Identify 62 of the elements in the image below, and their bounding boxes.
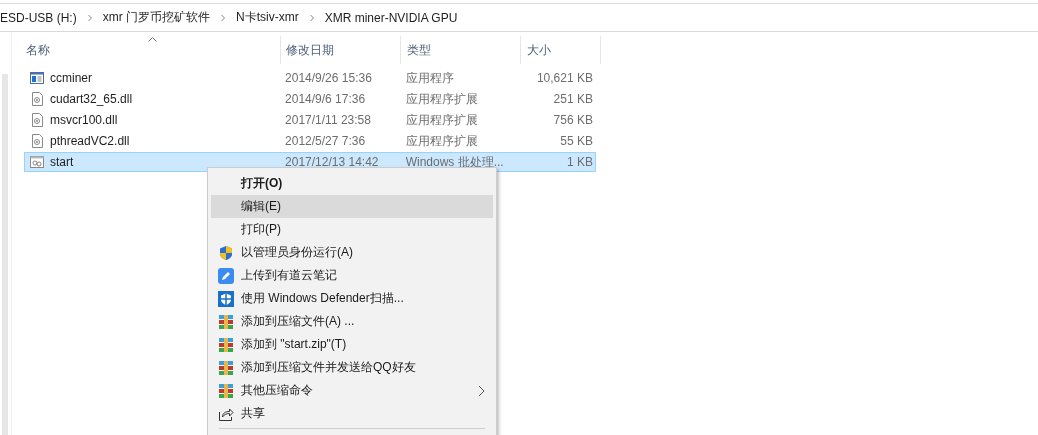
pencil-icon — [218, 267, 234, 284]
column-header[interactable]: 类型 — [401, 36, 521, 64]
modified-date: 2014/9/26 15:36 — [284, 71, 373, 85]
breadcrumb-item[interactable]: N卡tsiv-xmr — [236, 9, 299, 26]
menu-item[interactable]: 使用 Windows Defender扫描... — [211, 287, 493, 310]
menu-item[interactable]: 上传到有道云笔记 — [211, 264, 493, 287]
file-row[interactable]: cudart32_65.dll 2014/9/6 17:36 应用程序扩展 251 KB — [24, 89, 596, 109]
file-row[interactable]: ccminer 2014/9/26 15:36 应用程序 10,621 KB — [24, 68, 596, 88]
file-name: cudart32_65.dll — [50, 92, 133, 106]
file-row[interactable]: pthreadVC2.dll 2012/5/27 7:36 应用程序扩展 55 KB — [24, 131, 596, 151]
menu-item[interactable]: 添加到 "start.zip"(T) — [211, 333, 493, 356]
gear-file-icon — [30, 134, 44, 148]
menu-item[interactable]: 添加到压缩文件(A) ... — [211, 310, 493, 333]
gear-window-icon — [30, 155, 44, 169]
shield-icon — [218, 244, 234, 261]
sort-caret-icon — [148, 37, 157, 42]
menu-item[interactable]: 打印(P) — [211, 218, 493, 241]
file-row[interactable]: msvcr100.dll 2017/1/11 23:58 应用程序扩展 756 KB — [24, 110, 596, 130]
modified-date: 2014/9/6 17:36 — [284, 92, 367, 106]
archive-books-icon — [218, 359, 234, 376]
menu-item[interactable]: 编辑(E) — [211, 195, 493, 218]
file-row[interactable]: start 2017/12/13 14:42 Windows 批处理... 1 KB — [24, 152, 596, 172]
shield-icon — [218, 290, 234, 307]
chevron-icon — [308, 13, 315, 22]
breadcrumb-item[interactable]: XMR miner-NVIDIA GPU — [324, 10, 458, 25]
file-size: 251 KB — [552, 92, 594, 106]
breadcrumb-item[interactable]: xmr 门罗币挖矿软件 — [102, 9, 210, 26]
column-header[interactable]: 修改日期 — [281, 36, 401, 64]
menu-item[interactable]: 其他压缩命令 — [211, 379, 493, 402]
file-name: msvcr100.dll — [50, 113, 118, 127]
archive-books-icon — [218, 382, 234, 399]
modified-date: 2012/5/27 7:36 — [284, 134, 367, 148]
file-type: 应用程序扩展 — [404, 132, 479, 150]
gear-file-icon — [30, 113, 44, 127]
menu-item[interactable]: 添加到压缩文件并发送给QQ好友 — [211, 356, 493, 379]
breadcrumb-item[interactable]: ESD-USB (H:) — [0, 10, 77, 25]
file-type: 应用程序扩展 — [404, 90, 479, 108]
file-name: pthreadVC2.dll — [50, 134, 130, 148]
menu-item[interactable]: 共享 — [211, 402, 493, 425]
archive-books-icon — [218, 313, 234, 330]
file-size: 55 KB — [559, 134, 594, 148]
modified-date: 2017/12/13 14:42 — [284, 155, 380, 169]
archive-books-icon — [218, 336, 234, 353]
application-icon — [30, 71, 44, 85]
menu-item[interactable]: 打开(O) — [211, 172, 493, 195]
file-size: 756 KB — [552, 113, 594, 127]
column-header[interactable]: 大小 — [521, 36, 601, 64]
file-size: 10,621 KB — [535, 71, 594, 85]
gear-file-icon — [30, 92, 44, 106]
address-bar[interactable]: ESD-USB (H:) xmr 门罗币挖矿软件 N卡tsiv-xmr XMR miner-NVIDIA GPU — [0, 3, 1038, 32]
scrollbar[interactable] — [2, 74, 8, 435]
file-type: Windows 批处理... — [404, 153, 505, 171]
file-type: 应用程序 — [404, 69, 455, 87]
file-size: 1 KB — [565, 155, 594, 169]
menu-item[interactable]: 以管理员身份运行(A) — [211, 241, 493, 264]
file-name: ccminer — [50, 71, 92, 85]
file-name: start — [50, 155, 74, 169]
modified-date: 2017/1/11 23:58 — [284, 113, 372, 127]
file-type: 应用程序扩展 — [404, 111, 479, 129]
chevron-icon — [220, 13, 226, 22]
chevron-icon — [86, 13, 93, 22]
column-header[interactable]: 名称 — [24, 36, 281, 64]
